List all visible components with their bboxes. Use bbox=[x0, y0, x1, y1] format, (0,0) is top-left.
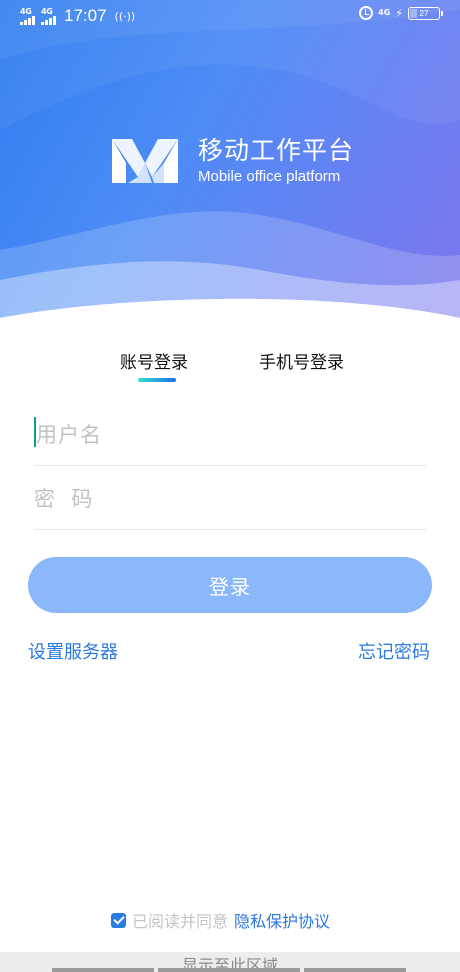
battery-percent: 27 bbox=[419, 8, 429, 18]
battery-level bbox=[410, 8, 418, 18]
password-field-container bbox=[34, 468, 426, 530]
server-settings-link[interactable]: 设置服务器 bbox=[28, 638, 118, 664]
charging-icon: ⚡ bbox=[395, 6, 403, 20]
nav-bar-segment bbox=[158, 968, 300, 972]
active-tab-indicator bbox=[138, 378, 176, 382]
signal-icon: 4G bbox=[20, 6, 35, 25]
battery-icon: 27 bbox=[408, 6, 443, 20]
login-button[interactable]: 登录 bbox=[28, 557, 432, 613]
username-field-container bbox=[34, 404, 426, 466]
privacy-agreement: 已阅读并同意 隐私保护协议 bbox=[111, 908, 330, 932]
network-type-label: 4G bbox=[20, 6, 32, 16]
header-banner: 4G 4G 17:07 ((·)) 4G ⚡ 27 移动工作平台 Mobile … bbox=[0, 0, 460, 330]
agree-checkbox[interactable] bbox=[111, 912, 126, 928]
username-input[interactable] bbox=[34, 404, 426, 465]
tab-account-login[interactable]: 账号登录 bbox=[120, 348, 188, 373]
clock: 17:07 bbox=[64, 6, 107, 25]
nav-bar-segment bbox=[304, 968, 406, 972]
forgot-password-link[interactable]: 忘记密码 bbox=[358, 638, 430, 664]
password-input[interactable] bbox=[34, 468, 426, 529]
nav-bar-segment bbox=[52, 968, 154, 972]
text-cursor bbox=[34, 417, 36, 447]
status-bar: 4G 4G 17:07 ((·)) 4G ⚡ 27 bbox=[0, 0, 460, 32]
network-type-label: 4G bbox=[41, 6, 53, 16]
hotspot-icon: ((·)) bbox=[114, 9, 136, 23]
agreement-text: 已阅读并同意 bbox=[132, 912, 229, 931]
app-brand: 移动工作平台 Mobile office platform bbox=[112, 136, 354, 186]
alarm-icon bbox=[359, 6, 374, 20]
app-subtitle: Mobile office platform bbox=[198, 168, 341, 185]
app-title: 移动工作平台 bbox=[198, 136, 355, 165]
privacy-policy-link[interactable]: 隐私保护协议 bbox=[234, 908, 330, 932]
tab-phone-login[interactable]: 手机号登录 bbox=[259, 348, 344, 373]
m-logo-icon bbox=[112, 139, 178, 183]
login-tabs: 账号登录 手机号登录 bbox=[0, 348, 460, 388]
signal-icon: 4G bbox=[41, 6, 56, 25]
network-type-label: 4G bbox=[378, 8, 391, 17]
